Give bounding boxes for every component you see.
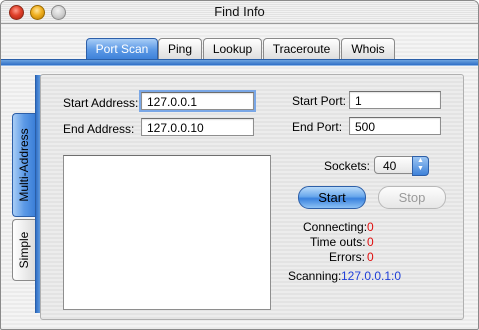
start-address-label: Start Address: <box>63 96 139 110</box>
end-port-field[interactable]: 500 <box>349 117 441 135</box>
start-button[interactable]: Start <box>298 186 366 209</box>
find-info-window: Find Info Port Scan Ping Lookup Tracerou… <box>0 0 479 330</box>
tab-port-scan[interactable]: Port Scan <box>86 38 158 60</box>
chevron-up-down-icon: ▲ ▼ <box>412 156 429 176</box>
scanning-label: Scanning: <box>288 269 342 283</box>
sockets-value: 40 <box>383 159 397 173</box>
tab-whois[interactable]: Whois <box>341 38 395 60</box>
errors-label: Errors: <box>329 250 365 264</box>
connecting-value: 0 <box>367 220 374 234</box>
end-address-field[interactable]: 127.0.0.10 <box>141 118 254 136</box>
scanning-value: 127.0.0.1:0 <box>341 269 402 283</box>
title-bar[interactable]: Find Info <box>1 1 478 24</box>
side-tab-simple[interactable]: Simple <box>12 219 35 281</box>
side-tab-multi-address[interactable]: Multi-Address <box>12 113 35 217</box>
tab-ping[interactable]: Ping <box>158 38 202 60</box>
end-port-label: End Port: <box>292 120 343 134</box>
tab-bar-divider <box>1 59 478 66</box>
stop-button[interactable]: Stop <box>378 186 446 209</box>
side-tab-multi-address-label: Multi-Address <box>17 128 31 202</box>
side-tab-simple-label: Simple <box>17 231 31 269</box>
end-address-label: End Address: <box>63 122 135 136</box>
tab-traceroute[interactable]: Traceroute <box>263 38 340 60</box>
window-title: Find Info <box>214 4 265 19</box>
sockets-popup[interactable]: 40 ▲ ▼ <box>374 156 429 176</box>
errors-value: 0 <box>367 250 374 264</box>
sockets-label: Sockets: <box>324 159 371 173</box>
tab-lookup[interactable]: Lookup <box>203 38 262 60</box>
timeouts-value: 0 <box>367 235 374 249</box>
start-address-field[interactable]: 127.0.0.1 <box>141 92 254 110</box>
start-port-field[interactable]: 1 <box>349 91 441 109</box>
scan-results-list[interactable] <box>63 155 271 310</box>
start-port-label: Start Port: <box>292 94 347 108</box>
timeouts-label: Time outs: <box>310 235 366 249</box>
connecting-label: Connecting: <box>303 220 368 234</box>
